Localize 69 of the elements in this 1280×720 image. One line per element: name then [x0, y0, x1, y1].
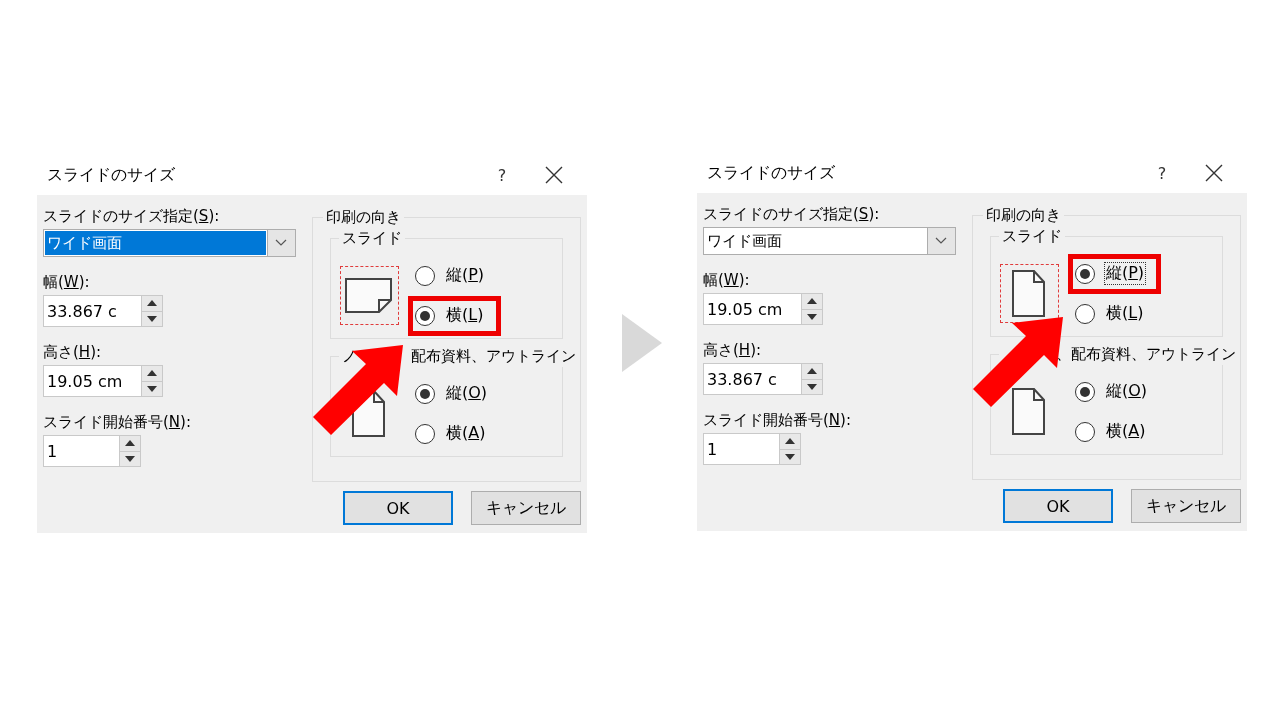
field-label: 幅(W):	[43, 272, 91, 293]
spin-up-button[interactable]	[802, 364, 822, 380]
dialog-button[interactable]: キャンセル	[471, 491, 581, 525]
triangle-down-icon	[785, 453, 795, 460]
triangle-up-icon	[147, 300, 157, 307]
radio-button[interactable]	[1074, 381, 1095, 402]
radio-button[interactable]	[414, 265, 435, 286]
radio-button[interactable]	[414, 305, 435, 326]
dialog-button[interactable]: OK	[1003, 489, 1113, 523]
dialog-title: スライドのサイズ	[707, 162, 836, 184]
radio-button[interactable]	[414, 423, 435, 444]
radio-label[interactable]: 横(L)	[443, 304, 486, 327]
size-dropdown[interactable]: ワイド画面	[43, 229, 296, 257]
triangle-down-icon	[807, 313, 817, 320]
group-title: 配布資料、アウトライン	[410, 346, 576, 367]
close-icon[interactable]	[1205, 164, 1223, 182]
radio-label[interactable]: 横(A)	[443, 422, 488, 445]
radio-button[interactable]	[414, 383, 435, 404]
number-field[interactable]: 19.05 cm	[43, 365, 141, 397]
field-label: 高さ(H):	[43, 342, 103, 363]
number-field[interactable]: 33.867 c	[43, 295, 141, 327]
chevron-down-icon	[275, 239, 288, 247]
group-title: 印刷の向き	[982, 204, 1064, 226]
radio-label[interactable]: 縦(O)	[1103, 380, 1150, 403]
field-label: 幅(W):	[703, 270, 751, 291]
help-button[interactable]: ?	[487, 165, 517, 185]
group-title: スライド	[1001, 226, 1062, 247]
spin-up-button[interactable]	[780, 434, 800, 450]
radio-button[interactable]	[1074, 421, 1095, 442]
triangle-up-icon	[807, 368, 817, 375]
radio-label[interactable]: 横(A)	[1103, 420, 1148, 443]
triangle-up-icon	[125, 440, 135, 447]
triangle-down-icon	[147, 385, 157, 392]
number-field[interactable]: 19.05 cm	[703, 293, 801, 325]
triangle-up-icon	[785, 438, 795, 445]
triangle-up-icon	[807, 298, 817, 305]
number-field[interactable]: 1	[43, 435, 119, 467]
triangle-up-icon	[147, 370, 157, 377]
group-title: 印刷の向き	[322, 206, 404, 228]
help-button[interactable]: ?	[1147, 163, 1177, 183]
spin-up-button[interactable]	[120, 436, 140, 452]
field-label: スライド開始番号(N):	[43, 412, 192, 433]
group-title: スライド	[341, 228, 402, 249]
radio-label[interactable]: 縦(O)	[443, 382, 490, 405]
radio-label[interactable]: 横(L)	[1103, 302, 1146, 325]
field-label: スライドのサイズ指定(S):	[43, 206, 221, 227]
dialog-title: スライドのサイズ	[47, 164, 176, 186]
chevron-down-icon	[935, 237, 948, 245]
spin-up-button[interactable]	[142, 366, 162, 382]
field-label: スライド開始番号(N):	[703, 410, 852, 431]
number-field[interactable]: 33.867 c	[703, 363, 801, 395]
spin-up-button[interactable]	[142, 296, 162, 312]
spin-up-button[interactable]	[802, 294, 822, 310]
radio-button[interactable]	[1074, 303, 1095, 324]
radio-label[interactable]: 縦(P)	[1103, 262, 1147, 285]
dialog-button[interactable]: キャンセル	[1131, 489, 1241, 523]
triangle-down-icon	[125, 455, 135, 462]
dialog-button[interactable]: OK	[343, 491, 453, 525]
radio-label[interactable]: 縦(P)	[443, 264, 487, 287]
close-icon[interactable]	[545, 166, 563, 184]
triangle-down-icon	[147, 315, 157, 322]
number-field[interactable]: 1	[703, 433, 779, 465]
radio-button[interactable]	[1074, 263, 1095, 284]
triangle-down-icon	[807, 383, 817, 390]
size-dropdown[interactable]: ワイド画面	[703, 227, 956, 255]
field-label: スライドのサイズ指定(S):	[703, 204, 881, 225]
next-arrow-icon	[622, 314, 662, 372]
field-label: 高さ(H):	[703, 340, 763, 361]
group-title: 、配布資料、アウトライン	[1055, 344, 1236, 365]
